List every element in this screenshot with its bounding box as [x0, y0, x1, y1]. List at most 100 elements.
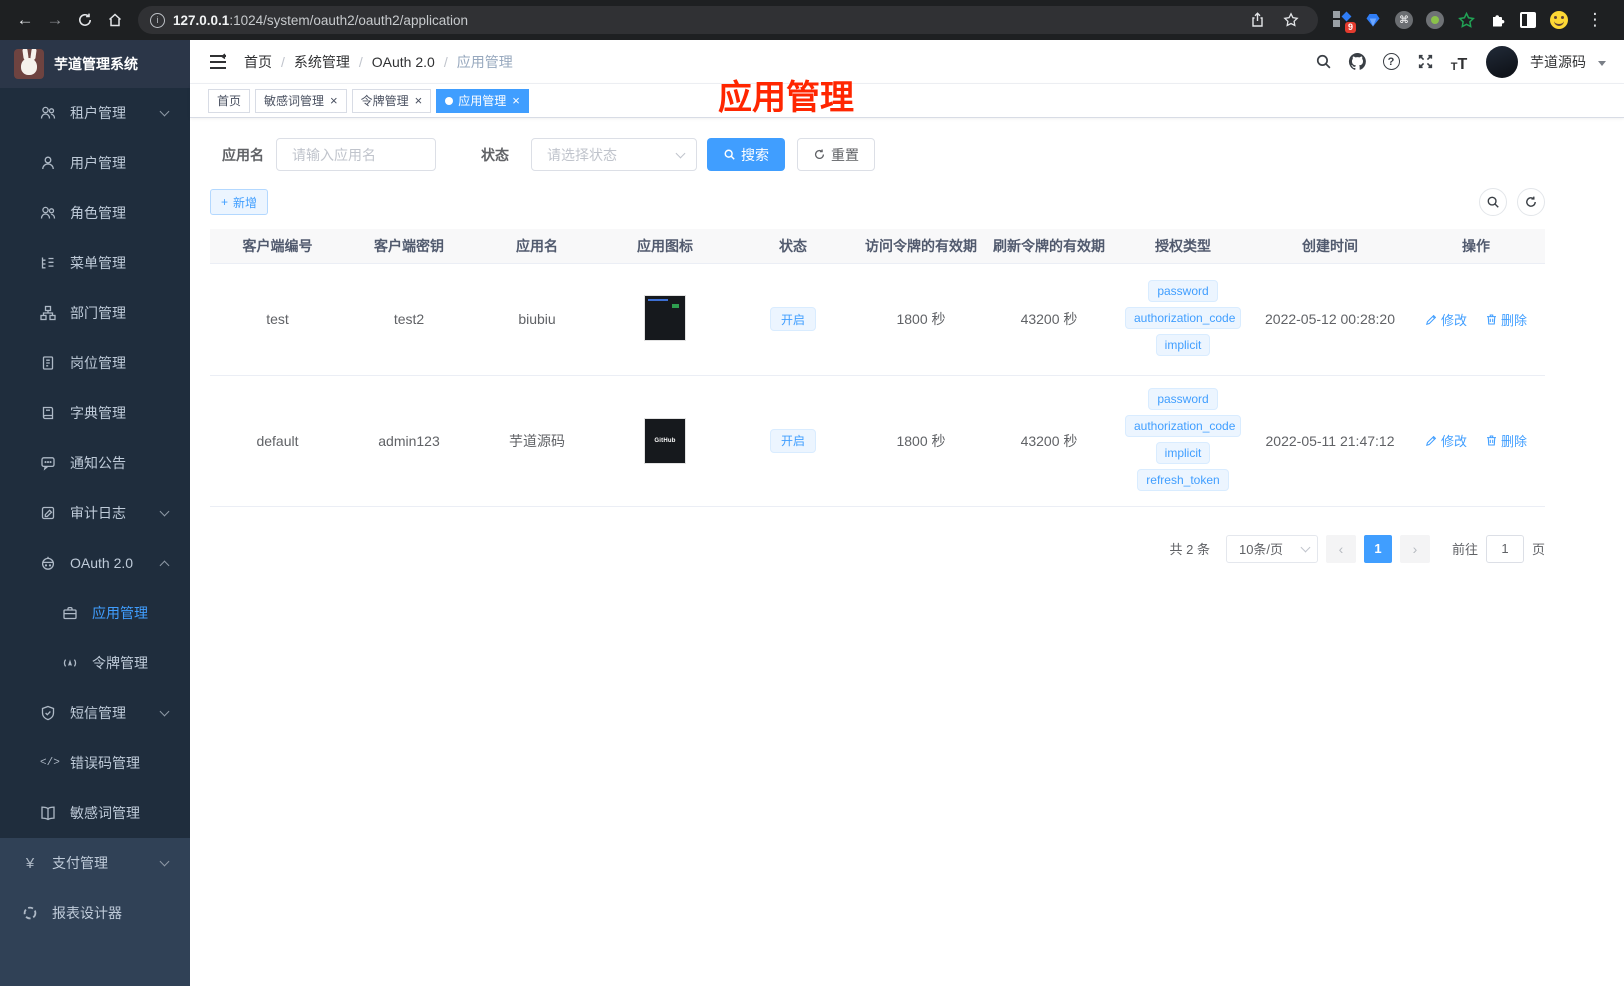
breadcrumb-oauth[interactable]: OAuth 2.0: [372, 54, 435, 70]
sidebar-item-sms[interactable]: 短信管理: [0, 688, 190, 738]
delete-link[interactable]: 删除: [1485, 310, 1527, 329]
current-page-button[interactable]: 1: [1363, 534, 1392, 563]
star-extension-icon[interactable]: [1456, 10, 1476, 30]
emoji-extension-icon[interactable]: [1549, 10, 1569, 30]
sidebar-item-label: 错误码管理: [70, 755, 140, 771]
grid-extension-icon[interactable]: 9: [1332, 10, 1356, 33]
tab-home[interactable]: 首页: [208, 88, 251, 113]
grant-type-tag: implicit: [1155, 441, 1211, 464]
tab-application-active[interactable]: 应用管理 ×: [436, 88, 529, 113]
browser-home-icon[interactable]: [100, 5, 130, 35]
chevron-down-icon: [159, 856, 170, 866]
sidebar-item-role[interactable]: 角色管理: [0, 188, 190, 238]
command-extension-icon[interactable]: ⌘: [1394, 10, 1414, 30]
puzzle-extension-icon[interactable]: [1487, 10, 1507, 30]
yen-icon: ¥: [25, 854, 35, 872]
search-icon[interactable]: [1312, 51, 1334, 73]
sidebar-item-user[interactable]: 用户管理: [0, 138, 190, 188]
sidebar-item-sensitive-word[interactable]: 敏感词管理: [0, 788, 190, 838]
add-button[interactable]: + 新增: [210, 189, 269, 215]
sidebar-item-oauth-application[interactable]: 应用管理: [0, 588, 190, 638]
sidebar-item-label: 令牌管理: [92, 655, 148, 671]
col-app-name: 应用名: [473, 229, 601, 264]
app-name-input[interactable]: [276, 138, 436, 171]
font-size-icon[interactable]: TT: [1448, 51, 1470, 73]
status-label: 状态: [481, 146, 509, 163]
delete-link[interactable]: 删除: [1485, 431, 1527, 450]
close-icon[interactable]: ×: [512, 94, 520, 107]
sidebar-item-payment[interactable]: ¥ 支付管理: [0, 838, 190, 888]
grant-type-tag: password: [1148, 279, 1218, 302]
sidebar-item-oauth-token[interactable]: 令牌管理: [0, 638, 190, 688]
col-access-ttl: 访问令牌的有效期: [857, 229, 985, 264]
sidebar-item-label: OAuth 2.0: [70, 555, 134, 571]
sidebar-item-label: 用户管理: [70, 155, 126, 171]
help-icon[interactable]: ?: [1380, 51, 1402, 73]
open-book-icon: [41, 806, 55, 821]
browser-reload-icon[interactable]: [70, 5, 100, 35]
sidebar-item-notice[interactable]: 通知公告: [0, 438, 190, 488]
navbar: 首页 / 系统管理 / OAuth 2.0 / 应用管理 ? TT 芋道源码: [190, 40, 1624, 84]
breadcrumb-system[interactable]: 系统管理: [294, 52, 350, 72]
sidebar-item-error-code[interactable]: </> 错误码管理: [0, 738, 190, 788]
filter-form: 应用名 状态 请选择状态 搜索 重置: [210, 138, 1604, 171]
edit-link[interactable]: 修改: [1425, 431, 1467, 450]
sidebar-item-label: 敏感词管理: [70, 805, 140, 821]
search-button[interactable]: 搜索: [707, 138, 785, 171]
collapse-sidebar-icon[interactable]: [208, 52, 228, 72]
refresh-table-button[interactable]: [1517, 188, 1545, 216]
col-status: 状态: [729, 229, 857, 264]
fullscreen-icon[interactable]: [1414, 51, 1436, 73]
url-bar[interactable]: i 127.0.0.1:1024/system/oauth2/oauth2/ap…: [138, 6, 1318, 34]
trash-icon: [1486, 435, 1496, 446]
bookmark-star-icon[interactable]: [1276, 5, 1306, 35]
sidebar-item-label: 支付管理: [52, 855, 108, 871]
breadcrumb-current: 应用管理: [456, 53, 513, 70]
sidebar-item-audit-log[interactable]: 审计日志: [0, 488, 190, 538]
reset-button[interactable]: 重置: [797, 138, 875, 171]
sidebar-item-tenant[interactable]: 租户管理: [0, 88, 190, 138]
edit-link[interactable]: 修改: [1425, 310, 1467, 329]
sidebar-menu: 租户管理 用户管理 角色管理 菜单管理 部门管理 岗位管理 字典管理 通知公告 …: [0, 88, 190, 838]
sidebar-logo[interactable]: 芋道管理系统: [0, 40, 190, 88]
github-icon[interactable]: [1346, 51, 1368, 73]
col-refresh-ttl: 刷新令牌的有效期: [985, 229, 1113, 264]
browser-menu-icon[interactable]: ⋮: [1580, 5, 1610, 35]
message-icon: [41, 457, 55, 471]
site-info-icon[interactable]: i: [150, 12, 165, 28]
show-search-toggle-button[interactable]: [1479, 188, 1507, 216]
tab-token[interactable]: 令牌管理 ×: [351, 88, 432, 113]
navbar-right: ? TT 芋道源码: [1312, 45, 1606, 78]
chevron-down-icon[interactable]: [1598, 61, 1606, 66]
users-icon: [40, 206, 56, 219]
sidebar-item-label: 部门管理: [70, 305, 126, 321]
record-extension-icon[interactable]: [1425, 10, 1445, 30]
col-client-secret: 客户端密钥: [345, 229, 473, 264]
sidebar-item-post[interactable]: 岗位管理: [0, 338, 190, 388]
sidebar-item-menu[interactable]: 菜单管理: [0, 238, 190, 288]
sidebar-item-dept[interactable]: 部门管理: [0, 288, 190, 338]
status-select[interactable]: 请选择状态: [531, 138, 697, 171]
sidebar-item-report-designer[interactable]: 报表设计器: [0, 888, 190, 938]
edit-pencil-icon: [1426, 435, 1437, 446]
username[interactable]: 芋道源码: [1530, 52, 1586, 72]
goto-page-input[interactable]: [1485, 534, 1524, 563]
sidebar-item-dict[interactable]: 字典管理: [0, 388, 190, 438]
avatar[interactable]: [1486, 45, 1518, 78]
browser-forward-icon[interactable]: →: [40, 5, 70, 35]
share-icon[interactable]: [1242, 5, 1272, 35]
breadcrumb-home[interactable]: 首页: [244, 52, 272, 72]
browser-back-icon[interactable]: ←: [10, 5, 40, 35]
next-page-button[interactable]: ›: [1399, 534, 1430, 563]
status-badge: 开启: [769, 307, 816, 331]
close-icon[interactable]: ×: [330, 94, 338, 107]
close-icon[interactable]: ×: [415, 94, 423, 107]
prev-page-button[interactable]: ‹: [1325, 534, 1356, 563]
sidebar-item-oauth[interactable]: OAuth 2.0: [0, 538, 190, 588]
badge-icon: [42, 356, 54, 370]
page-size-select[interactable]: 10条/页: [1225, 534, 1318, 563]
tab-sensitive-word[interactable]: 敏感词管理 ×: [255, 88, 347, 113]
split-screen-extension-icon[interactable]: [1518, 10, 1538, 30]
gem-extension-icon[interactable]: [1363, 10, 1383, 30]
col-client-id: 客户端编号: [210, 229, 345, 264]
